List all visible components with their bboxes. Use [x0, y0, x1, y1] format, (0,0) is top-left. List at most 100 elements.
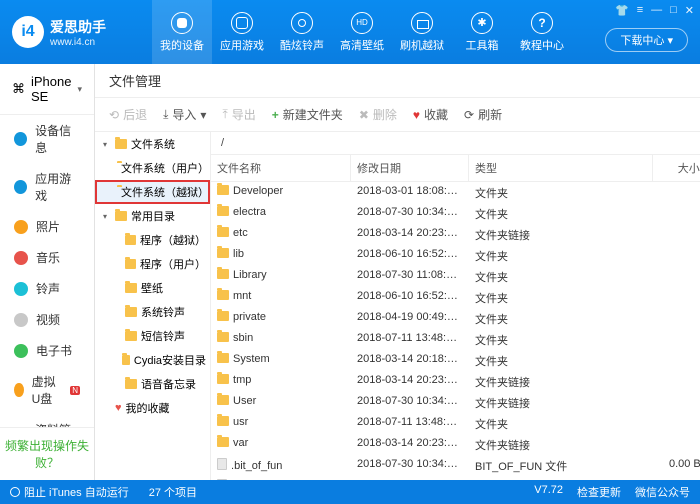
tab-label: 工具箱 [466, 37, 499, 53]
tree-item-3[interactable]: ▾常用目录 [95, 204, 210, 228]
tree-label: 文件系统 [131, 136, 175, 152]
import-icon: ⤓ [163, 107, 168, 122]
path[interactable]: / [211, 132, 700, 155]
col-name[interactable]: 文件名称 [211, 155, 351, 181]
table-row[interactable]: System2018-03-14 20:18:…文件夹 [211, 350, 700, 371]
table-row[interactable]: mnt2018-06-10 16:52:…文件夹 [211, 287, 700, 308]
tab-4[interactable]: 刷机越狱 [392, 0, 452, 64]
tab-0[interactable]: 我的设备 [152, 0, 212, 64]
tree-item-5[interactable]: 程序（用户） [95, 252, 210, 276]
folder-icon [217, 269, 229, 279]
favorite-button[interactable]: ♥收藏 [413, 106, 448, 123]
new-folder-button[interactable]: +新建文件夹 [272, 106, 343, 123]
folder-icon [125, 283, 137, 293]
table-row[interactable]: etc2018-03-14 20:23:…文件夹链接 [211, 224, 700, 245]
tab-1[interactable]: 应用游戏 [212, 0, 272, 64]
tab-5[interactable]: 工具箱 [452, 0, 512, 64]
tree-label: Cydia安装目录 [134, 352, 206, 368]
heart-icon: ♥ [115, 402, 122, 414]
tree-item-10[interactable]: 语音备忘录 [95, 372, 210, 396]
sidebar-item-2[interactable]: 照片 [0, 211, 94, 242]
tab-2[interactable]: 酷炫铃声 [272, 0, 332, 64]
sidebar-item-0[interactable]: 设备信息 [0, 115, 94, 163]
brand-url: www.i4.cn [50, 37, 106, 48]
folder-icon [217, 374, 229, 384]
delete-button[interactable]: ✖删除 [359, 106, 397, 123]
menu-icon[interactable]: ≡ [637, 4, 643, 17]
folder-icon [217, 416, 229, 426]
tree-item-7[interactable]: 系统铃声 [95, 300, 210, 324]
ring-icon [291, 12, 313, 34]
table-row[interactable]: .bootstrapped_electra2018-07-11 13:48:…B… [211, 476, 700, 480]
sidebar-icon [14, 344, 28, 358]
apple-icon [171, 12, 193, 34]
sidebar-label: 视频 [36, 311, 60, 328]
table-body: Developer2018-03-01 18:08:…文件夹electra201… [211, 182, 700, 480]
sidebar-item-7[interactable]: 虚拟U盘 N [0, 366, 94, 414]
sidebar-item-6[interactable]: 电子书 [0, 335, 94, 366]
sidebar-icon [14, 313, 28, 327]
tree-label: 程序（越狱） [140, 232, 206, 248]
sidebar-item-1[interactable]: 应用游戏 [0, 163, 94, 211]
content: 文件管理 ⟲后退 ⤓导入 ▾ ⤒导出 +新建文件夹 ✖删除 ♥收藏 ⟳刷新 ▾文… [95, 64, 700, 480]
folder-icon [125, 235, 136, 245]
device-selector[interactable]: ⌘ iPhone SE [0, 64, 94, 115]
table-row[interactable]: usr2018-07-11 13:48:…文件夹 [211, 413, 700, 434]
table-row[interactable]: Developer2018-03-01 18:08:…文件夹 [211, 182, 700, 203]
tree-item-11[interactable]: ♥我的收藏 [95, 396, 210, 420]
sidebar-item-4[interactable]: 铃声 [0, 273, 94, 304]
sidebar-item-8[interactable]: 资料管理 [0, 414, 94, 427]
toolbar: ⟲后退 ⤓导入 ▾ ⤒导出 +新建文件夹 ✖删除 ♥收藏 ⟳刷新 [95, 98, 700, 132]
tree-item-8[interactable]: 短信铃声 [95, 324, 210, 348]
help-icon [531, 12, 553, 34]
tab-label: 酷炫铃声 [280, 37, 324, 53]
table-row[interactable]: electra2018-07-30 10:34:…文件夹 [211, 203, 700, 224]
tab-3[interactable]: 高清壁纸 [332, 0, 392, 64]
tab-label: 刷机越狱 [400, 37, 444, 53]
import-button[interactable]: ⤓导入 ▾ [163, 106, 206, 123]
app-header: i4 爱思助手 www.i4.cn 我的设备应用游戏酷炫铃声高清壁纸刷机越狱 工具… [0, 0, 700, 64]
refresh-button[interactable]: ⟳刷新 [464, 106, 502, 123]
apple-icon: ⌘ [12, 81, 25, 97]
shirt-icon[interactable]: 👕 [615, 4, 629, 17]
table-row[interactable]: private2018-04-19 00:49:…文件夹 [211, 308, 700, 329]
download-center-button[interactable]: 下载中心 ▾ [605, 28, 688, 52]
check-update-button[interactable]: 检查更新 [577, 484, 621, 500]
table-row[interactable]: tmp2018-03-14 20:23:…文件夹链接 [211, 371, 700, 392]
table-row[interactable]: var2018-03-14 20:23:…文件夹链接 [211, 434, 700, 455]
folder-tree: ▾ 文件系统文件系统（用户）文件系统（越狱）▾常用目录程序（越狱） 程序（用户） 壁纸… [95, 132, 211, 480]
expand-icon: ▾ [103, 140, 111, 149]
table-row[interactable]: User2018-07-30 10:34:…文件夹链接 [211, 392, 700, 413]
table-row[interactable]: Library2018-07-30 11:08:…文件夹 [211, 266, 700, 287]
col-date[interactable]: 修改日期 [351, 155, 469, 181]
brand: i4 爱思助手 www.i4.cn [0, 0, 152, 64]
tree-item-6[interactable]: 壁纸 [95, 276, 210, 300]
tree-item-4[interactable]: 程序（越狱） [95, 228, 210, 252]
tree-item-9[interactable]: Cydia安装目录 [95, 348, 210, 372]
itunes-block-toggle[interactable]: 阻止 iTunes 自动运行 [10, 484, 129, 500]
tree-item-2[interactable]: 文件系统（越狱） [95, 180, 210, 204]
export-button[interactable]: ⤒导出 [222, 106, 255, 123]
back-button[interactable]: ⟲后退 [109, 106, 147, 123]
tree-label: 壁纸 [141, 280, 163, 296]
sidebar-item-5[interactable]: 视频 [0, 304, 94, 335]
tree-item-0[interactable]: ▾ 文件系统 [95, 132, 210, 156]
table-row[interactable]: lib2018-06-10 16:52:…文件夹 [211, 245, 700, 266]
delete-icon: ✖ [359, 108, 369, 122]
tree-item-1[interactable]: 文件系统（用户） [95, 156, 210, 180]
table-row[interactable]: sbin2018-07-11 13:48:…文件夹 [211, 329, 700, 350]
maximize-icon[interactable]: □ [670, 4, 677, 17]
help-link[interactable]: 频繁出现操作失败？ [0, 427, 94, 480]
wechat-button[interactable]: 微信公众号 [635, 484, 690, 500]
sidebar: ⌘ iPhone SE 设备信息应用游戏照片音乐铃声视频电子书虚拟U盘 N资料管… [0, 64, 95, 480]
close-icon[interactable]: ✕ [685, 4, 694, 17]
minimize-icon[interactable]: — [651, 4, 662, 17]
tab-6[interactable]: 教程中心 [512, 0, 572, 64]
table-row[interactable]: .bit_of_fun2018-07-30 10:34:…BIT_OF_FUN … [211, 455, 700, 476]
sidebar-icon [14, 220, 28, 234]
sidebar-label: 电子书 [36, 342, 72, 359]
col-type[interactable]: 类型 [469, 155, 653, 181]
folder-icon [217, 395, 229, 405]
col-size[interactable]: 大小 [653, 155, 700, 181]
sidebar-item-3[interactable]: 音乐 [0, 242, 94, 273]
